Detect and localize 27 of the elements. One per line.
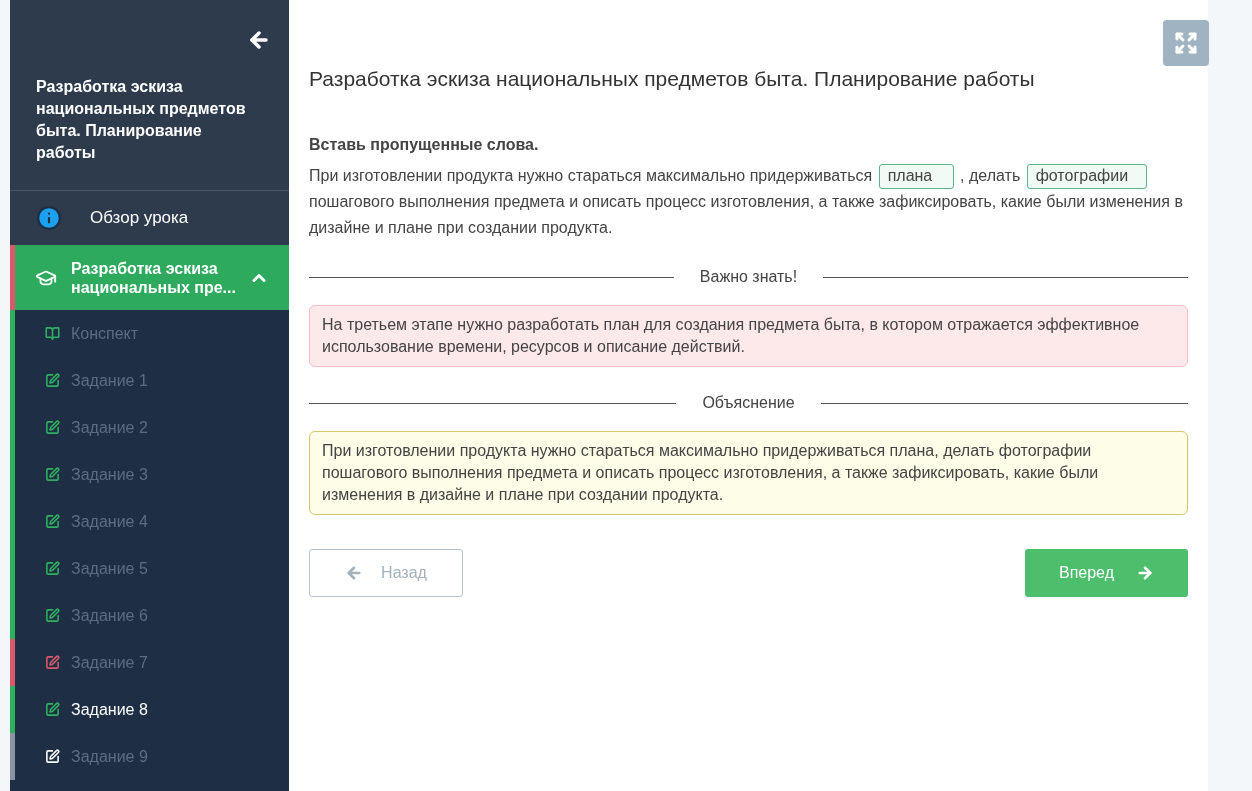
edit-icon xyxy=(45,749,60,764)
arrow-right-icon xyxy=(1136,564,1154,582)
explanation-note: При изготовлении продукта нужно стараться максимально придерживаться плана, делать фотографии пошагового выполнения предмета и описать процесс изготовления, а также зафиксировать, какие были изменения в дизайне и плане при создании продукта. xyxy=(309,431,1188,515)
overview-link[interactable]: Обзор урока xyxy=(90,205,189,231)
next-button[interactable]: Вперед xyxy=(1025,549,1188,597)
section-divider-label: Важно знать! xyxy=(698,267,799,287)
answer-field[interactable]: фотографии xyxy=(1026,163,1147,189)
important-note: На третьем этапе нужно разработать план для создания предмета быта, в котором отражается эффективное использование времени, ресурсов и описание действий. xyxy=(309,305,1188,367)
expand-icon xyxy=(1174,31,1198,55)
section-divider-label: Объяснение xyxy=(701,393,796,413)
edit-icon xyxy=(45,514,60,529)
lesson-title: Разработка эскиза национальных предметов быта. Планирование работы xyxy=(35,77,247,163)
instruction: Вставь пропущенные слова. xyxy=(309,135,540,155)
edit-icon xyxy=(45,467,60,482)
section-title: Разработка эскиза национальных пре... xyxy=(71,258,237,297)
section-header[interactable]: Разработка эскиза национальных пре... xyxy=(10,245,289,310)
edit-icon xyxy=(45,420,60,435)
edit-icon xyxy=(45,373,60,388)
edit-icon xyxy=(45,561,60,576)
info-icon xyxy=(36,205,62,231)
edit-icon xyxy=(45,702,60,717)
page-title: Разработка эскиза национальных предметов быта. Планирование работы xyxy=(309,66,1036,92)
answer-field[interactable]: плана xyxy=(878,163,954,189)
edit-icon xyxy=(45,608,60,623)
book-icon xyxy=(45,326,60,341)
edit-icon xyxy=(45,655,60,670)
exercise-text: При изготовлении продукта нужно стараться максимально придерживаться плана , делать фотографии пошагового выполнения предмета и описать процесс изготовления, а также зафиксировать, какие были изменения в дизайне и плане при создании продукта. xyxy=(309,163,1188,241)
